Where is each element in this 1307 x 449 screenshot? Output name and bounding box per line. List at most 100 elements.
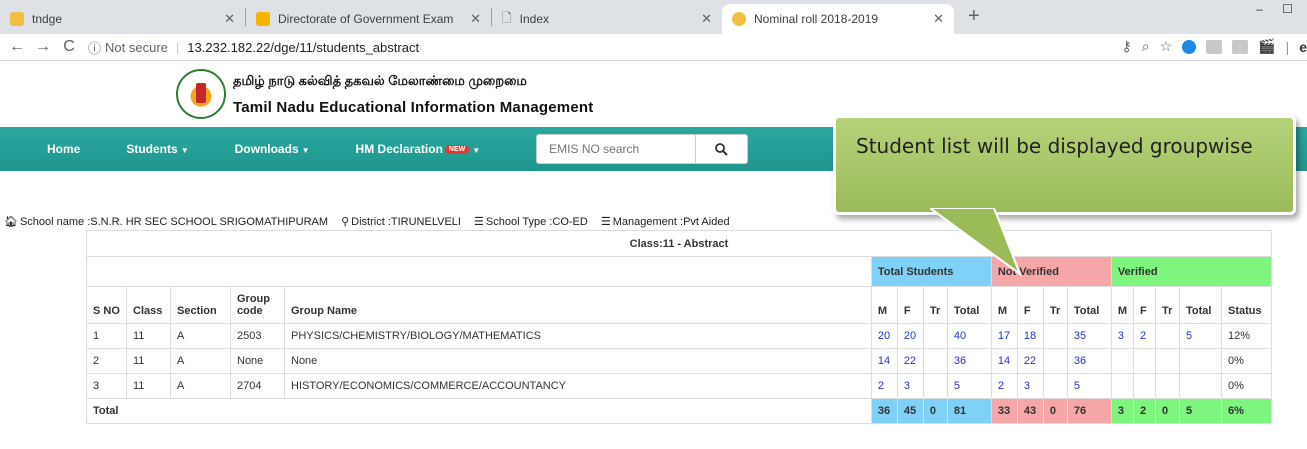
caret-down-icon: ▼ <box>301 146 310 155</box>
total-status: 6% <box>1221 398 1272 424</box>
browser-tab-index[interactable]: 🗋 Index ✕ <box>492 4 722 34</box>
cell-sno: 1 <box>86 323 127 349</box>
total-tr: 0 <box>922 398 948 424</box>
col-group-code: Group code <box>230 286 285 324</box>
school-type: School Type :CO-ED <box>485 216 588 228</box>
totals-label: Total <box>86 398 872 424</box>
security-label: Not secure <box>105 39 168 55</box>
profile-icon[interactable]: e <box>1299 39 1307 55</box>
cell-nv-m[interactable]: 14 <box>990 348 1018 374</box>
cell-nv-m[interactable]: 17 <box>990 323 1018 349</box>
col-class: Class <box>126 286 171 324</box>
cell-nv-m[interactable]: 2 <box>990 373 1018 399</box>
close-tab-icon[interactable]: ✕ <box>933 11 944 27</box>
reload-icon[interactable]: C <box>56 38 82 56</box>
col-v-tr: Tr <box>1155 286 1180 324</box>
key-icon[interactable]: ⚷ <box>1121 38 1131 55</box>
list-icon: ☰ <box>474 216 484 228</box>
map-marker-icon: ⚲ <box>341 216 350 228</box>
browser-extensions: ⚷ ⌕ ☆ 🎬 | e <box>1121 38 1307 55</box>
close-tab-icon[interactable]: ✕ <box>701 11 712 27</box>
total-m: 36 <box>870 398 898 424</box>
cell-v-f[interactable]: 2 <box>1133 323 1156 349</box>
cell-status: 0% <box>1221 348 1272 374</box>
abstract-table-container: Class:11 - Abstract Total Students Not V… <box>86 230 1273 424</box>
cell-nv-f[interactable]: 3 <box>1016 373 1044 399</box>
cell-total-total[interactable]: 40 <box>946 323 992 349</box>
zoom-icon[interactable]: ⌕ <box>1142 38 1150 55</box>
nav-hm-declaration[interactable]: HM Declaration NEW ▼ <box>356 142 481 156</box>
nav-downloads[interactable]: Downloads ▼ <box>235 142 310 156</box>
cell-total-m[interactable]: 20 <box>870 323 898 349</box>
col-section: Section <box>170 286 231 324</box>
school-info-bar: 🏠︎ School name :S.N.R. HR SEC SCHOOL SRIG… <box>4 215 730 228</box>
list-icon: ☰ <box>600 216 611 228</box>
forward-arrow-icon[interactable]: → <box>30 38 56 56</box>
cell-v-m <box>1110 348 1135 374</box>
col-total-m: M <box>870 286 898 324</box>
info-icon[interactable]: ⓘ <box>88 38 101 57</box>
close-tab-icon[interactable]: ✕ <box>470 11 481 27</box>
tamilnadu-emblem-icon <box>176 69 226 119</box>
window-controls[interactable]: – ☐ <box>1256 2 1301 16</box>
cell-v-m[interactable]: 3 <box>1110 323 1135 349</box>
cell-nv-total[interactable]: 5 <box>1066 373 1112 399</box>
cell-sno: 2 <box>86 348 127 374</box>
cell-class: 11 <box>126 373 171 399</box>
url-field[interactable]: ⓘ Not secure | 13.232.182.22/dge/11/stud… <box>88 38 419 57</box>
table-row: 1 11 A 2503 PHYSICS/CHEMISTRY/BIOLOGY/MATHEM… <box>86 323 1272 349</box>
cell-group-code: 2503 <box>230 323 285 349</box>
browser-tab-nominal-roll[interactable]: Nominal roll 2018-2019 ✕ <box>722 4 954 34</box>
cell-nv-f[interactable]: 22 <box>1016 348 1044 374</box>
tab-title: tndge <box>32 12 63 26</box>
emis-search-input[interactable] <box>536 134 697 164</box>
nav-hm-declaration-label: HM Declaration <box>355 142 443 156</box>
cell-nv-total[interactable]: 35 <box>1066 323 1112 349</box>
cell-group-name: PHYSICS/CHEMISTRY/BIOLOGY/MATHEMATICS <box>284 323 872 349</box>
extension-icon[interactable] <box>1182 39 1197 54</box>
extension-icon[interactable] <box>1206 39 1223 54</box>
browser-tab-tndge[interactable]: tndge ✕ <box>0 4 245 34</box>
star-bookmark-icon[interactable]: ☆ <box>1160 38 1173 55</box>
search-button[interactable] <box>696 134 749 164</box>
browser-tab-strip: tndge ✕ Directorate of Government Exam ✕… <box>0 0 1307 34</box>
nav-students[interactable]: Students ▼ <box>126 142 188 156</box>
cell-total-total[interactable]: 5 <box>946 373 992 399</box>
new-tab-icon[interactable]: + <box>968 5 980 28</box>
cell-nv-f[interactable]: 18 <box>1016 323 1044 349</box>
clapper-icon[interactable]: 🎬 <box>1258 38 1275 55</box>
caret-down-icon: ▼ <box>180 146 189 155</box>
totals-row: Total 36 45 0 81 33 43 0 76 3 2 0 5 6% <box>86 398 1272 424</box>
cell-total-tr <box>922 373 948 399</box>
header-verified: Verified <box>1110 256 1273 287</box>
abstract-table: Class:11 - Abstract Total Students Not V… <box>86 230 1273 424</box>
browser-tab-directorate[interactable]: Directorate of Government Exam ✕ <box>246 4 491 34</box>
cell-total-total[interactable]: 36 <box>946 348 992 374</box>
cell-nv-total[interactable]: 36 <box>1066 348 1112 374</box>
col-v-m: M <box>1110 286 1135 324</box>
col-nv-total: Total <box>1066 286 1112 324</box>
extension-icon[interactable] <box>1232 39 1249 54</box>
col-nv-tr: Tr <box>1042 286 1068 324</box>
blank-header-cell <box>86 256 872 287</box>
nav-home[interactable]: Home <box>47 142 80 156</box>
cell-v-total[interactable]: 5 <box>1179 323 1222 349</box>
cell-total-f[interactable]: 20 <box>896 323 924 349</box>
url-text[interactable]: 13.232.182.22/dge/11/students_abstract <box>187 40 419 55</box>
col-status: Status <box>1221 286 1272 324</box>
cell-section: A <box>170 373 231 399</box>
cell-total-f[interactable]: 3 <box>896 373 924 399</box>
cell-nv-tr <box>1042 323 1068 349</box>
tab-title: Nominal roll 2018-2019 <box>754 12 879 26</box>
col-group-name: Group Name <box>284 286 872 324</box>
back-arrow-icon[interactable]: ← <box>4 38 30 56</box>
callout-pointer <box>930 208 1023 277</box>
cell-total-m[interactable]: 2 <box>870 373 898 399</box>
site-favicon-icon <box>10 12 24 26</box>
cell-total-f[interactable]: 22 <box>896 348 924 374</box>
cell-total-m[interactable]: 14 <box>870 348 898 374</box>
cell-v-f <box>1133 373 1156 399</box>
search-icon <box>715 142 728 156</box>
v-total-total: 5 <box>1179 398 1222 424</box>
close-tab-icon[interactable]: ✕ <box>224 11 235 27</box>
